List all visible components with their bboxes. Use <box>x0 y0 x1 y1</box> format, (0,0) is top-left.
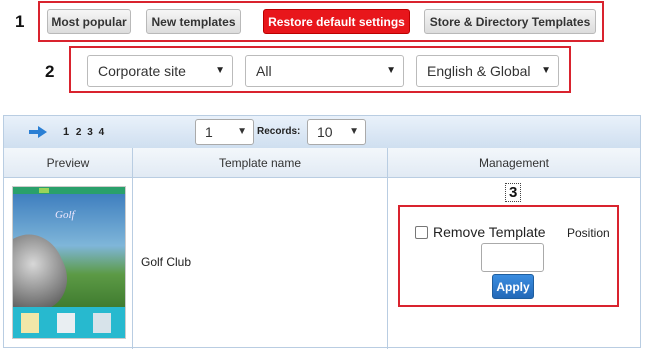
arrow-right-icon[interactable] <box>29 126 47 138</box>
chevron-down-icon: ▼ <box>349 126 359 137</box>
remove-template-label: Remove Template <box>433 224 546 240</box>
page-select[interactable]: 1 ▼ <box>195 119 254 145</box>
store-directory-templates-button[interactable]: Store & Directory Templates <box>424 9 596 34</box>
category-select[interactable]: All ▼ <box>245 55 404 87</box>
callout-1: 1 <box>15 12 25 31</box>
template-name: Golf Club <box>141 255 192 269</box>
apply-button[interactable]: Apply <box>492 274 534 299</box>
chevron-down-icon: ▼ <box>541 65 551 76</box>
page-link-3[interactable]: 3 <box>87 127 93 138</box>
chevron-down-icon: ▼ <box>386 65 396 76</box>
records-label: Records: <box>257 126 301 137</box>
callout-2: 2 <box>45 62 55 81</box>
header-management[interactable]: Management <box>388 148 640 178</box>
remove-template-option[interactable]: Remove Template <box>415 224 546 240</box>
site-type-select[interactable]: Corporate site ▼ <box>87 55 233 87</box>
grid-toolbar: 1 2 3 4 1 ▼ Records: 10 ▼ <box>4 116 640 149</box>
chevron-down-icon: ▼ <box>215 65 225 76</box>
page-link-1[interactable]: 1 <box>63 126 69 138</box>
language-select[interactable]: English & Global ▼ <box>416 55 559 87</box>
position-label: Position <box>567 226 610 240</box>
site-type-value: Corporate site <box>98 63 186 79</box>
page-link-4[interactable]: 4 <box>99 127 105 138</box>
table-row-preview-cell: Golf <box>4 178 133 349</box>
page-link-2[interactable]: 2 <box>76 127 82 138</box>
template-preview-thumbnail[interactable]: Golf <box>12 186 126 339</box>
position-input[interactable] <box>481 243 544 272</box>
records-select-value: 10 <box>317 124 333 140</box>
table-row-name-cell: Golf Club <box>133 178 388 349</box>
header-template-name[interactable]: Template name <box>133 148 388 178</box>
restore-defaults-button[interactable]: Restore default settings <box>263 9 410 34</box>
page-select-value: 1 <box>205 124 213 140</box>
header-preview[interactable]: Preview <box>4 148 133 178</box>
pager-links: 1 2 3 4 <box>63 126 104 138</box>
language-value: English & Global <box>427 63 531 79</box>
most-popular-button[interactable]: Most popular <box>47 9 131 34</box>
callout-3: 3 <box>505 183 522 202</box>
remove-template-checkbox[interactable] <box>415 225 428 239</box>
records-select[interactable]: 10 ▼ <box>307 119 366 145</box>
new-templates-button[interactable]: New templates <box>146 9 241 34</box>
category-value: All <box>256 63 272 79</box>
chevron-down-icon: ▼ <box>237 126 247 137</box>
